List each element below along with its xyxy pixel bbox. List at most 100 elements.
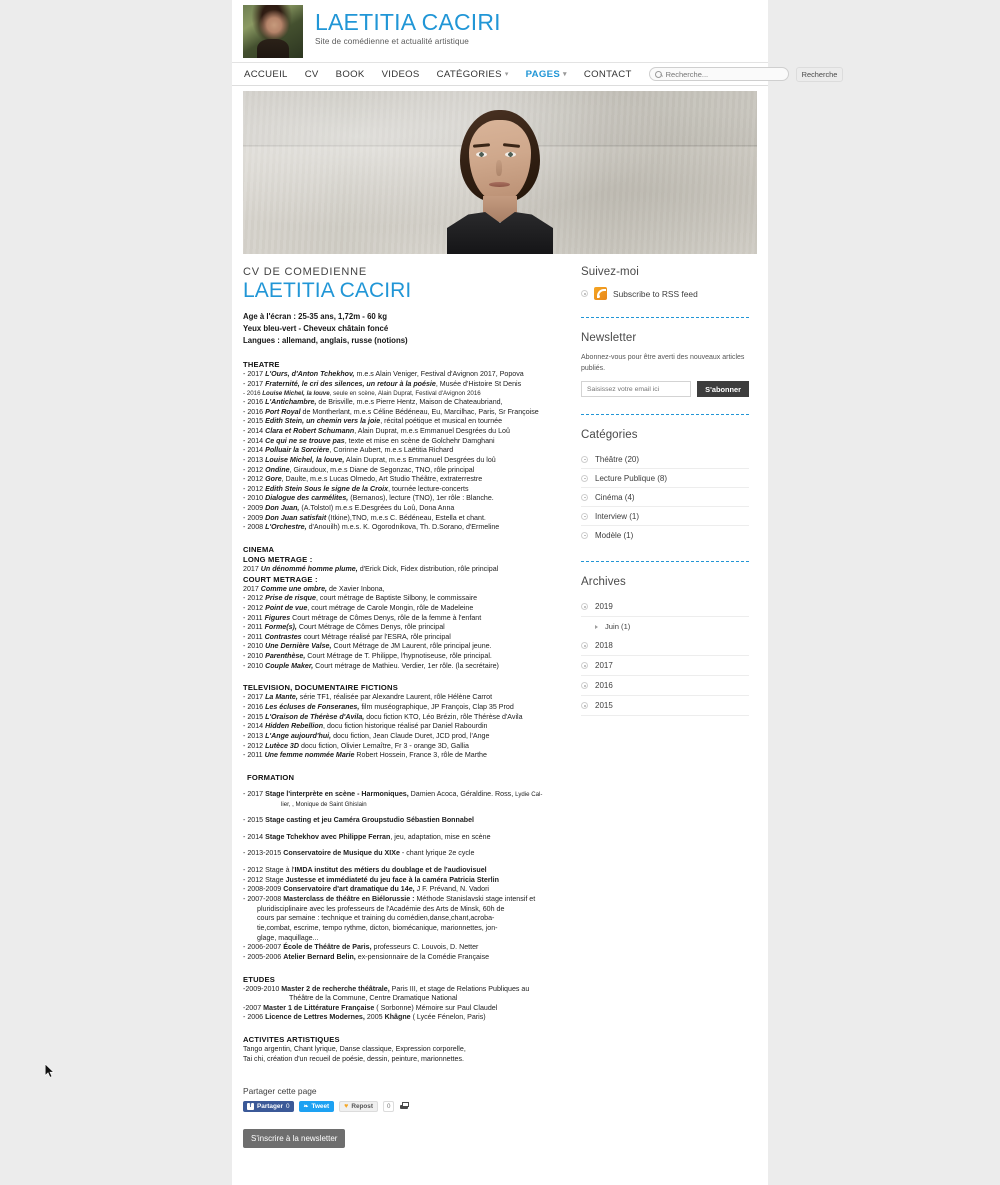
identity-block: Age à l'écran : 25-35 ans, 1,72m - 60 kg… — [243, 311, 561, 347]
cv-line: glage, maquillage... — [257, 933, 319, 942]
twitter-share-button[interactable]: ❧ Tweet — [298, 1101, 335, 1113]
cv-line: - 2012 Ondine, Giraudoux, m.e.s Diane de… — [243, 465, 475, 474]
cv-line: - 2009 Don Juan satisfait (Itkine),TNO, … — [243, 513, 486, 522]
bullet-icon — [581, 603, 588, 610]
search-box[interactable] — [648, 67, 789, 81]
sidebar-category-item[interactable]: Théâtre (20) — [581, 450, 749, 469]
cv-line: - 2011 Forme(s), Court Métrage de Cômes … — [243, 623, 445, 632]
cv-line: - 2012 Stage à l'IMDA institut des métie… — [243, 866, 487, 875]
archive-label: 2019 — [595, 602, 613, 611]
cv-line: - 2010 Couple Maker, Court métrage de Ma… — [243, 661, 499, 670]
brand-subtitle: Site de comédienne et actualité artistiq… — [315, 37, 469, 47]
cv-line: - 2012 Gore, Daulte, m.e.s Lucas Olmedo,… — [243, 475, 483, 484]
cv-line: - 2014 Clara et Robert Schumann, Alain D… — [243, 426, 510, 435]
archive-label: Juin (1) — [605, 622, 631, 631]
cv-line: - 2012 Edith Stein Sous le signe de la C… — [243, 484, 469, 493]
cv-line: - 2009 Don Juan, (A.Tolstoï) m.e.s E.Des… — [243, 504, 455, 513]
divider — [581, 414, 749, 415]
sidebar-archive-year[interactable]: 2017 — [581, 656, 749, 676]
section-title-activites: ACTIVITES ARTISTIQUES — [243, 1035, 340, 1045]
avatar[interactable] — [243, 5, 303, 58]
site-container: LAETITIA CACIRI Site de comédienne et ac… — [232, 0, 844, 1185]
nav-item-videos[interactable]: VIDEOS — [382, 69, 420, 80]
nav-item-pages[interactable]: PAGES — [526, 69, 567, 80]
newsletter-email-input[interactable] — [581, 381, 692, 397]
cv-line: - 2008-2009 Conservatoire d'art dramatiq… — [243, 885, 490, 894]
sidebar-archive-year[interactable]: 2015 — [581, 696, 749, 716]
categories-list: Théâtre (20) Lecture Publique (8) Cinéma (… — [581, 450, 749, 544]
cv-line: - 2016 Port Royal de Montherlant, m.e.s … — [243, 407, 539, 416]
cv-main-column: CV DE COMEDIENNE LAETITIA CACIRI Age à l… — [243, 266, 561, 1064]
sidebar-title-categories: Catégories — [581, 429, 638, 441]
facebook-share-button[interactable]: f Partager 0 — [243, 1101, 294, 1113]
cv-line: - 2017 Fraternité, le cri des silences, … — [243, 379, 522, 388]
bullet-icon — [581, 474, 588, 482]
facebook-label: Partager — [257, 1103, 283, 1111]
cv-line: lier, , Monique de Saint Ghislain — [281, 800, 367, 808]
page-root: LAETITIA CACIRI Site de comédienne et ac… — [0, 0, 1000, 1185]
cv-line: - 2014 Hidden Rebellion, docu fiction hi… — [243, 722, 488, 731]
cv-line: - 2012 Lutèce 3D docu fiction, Olivier L… — [243, 741, 469, 750]
cv-line: - 2013 L'Ange aujourd'hui, docu fiction,… — [243, 731, 490, 740]
nav-item-cv[interactable]: CV — [305, 69, 319, 80]
cv-kicker: CV DE COMEDIENNE — [243, 266, 368, 278]
newsletter-subscribe-button[interactable]: S'abonner — [697, 381, 749, 397]
content-area: CV DE COMEDIENNE LAETITIA CACIRI Age à l… — [232, 254, 768, 1064]
cv-line: - 2014 Polluair la Sorcière, Corinne Aub… — [243, 446, 454, 455]
facebook-count: 0 — [285, 1103, 290, 1111]
cv-line: - 2011 Contrastes court Métrage réalisé … — [243, 632, 451, 641]
cv-line: - 2012 Prise de risque, court métrage de… — [243, 594, 478, 603]
nav-item-categories[interactable]: CATÉGORIES — [437, 69, 509, 80]
repost-button[interactable]: ♥ Repost — [339, 1101, 378, 1113]
sidebar-category-item[interactable]: Interview (1) — [581, 507, 749, 526]
cv-line: Tai chi, création d'un recueil de poésie… — [243, 1054, 464, 1063]
sidebar-archive-year[interactable]: 2019 — [581, 597, 749, 617]
cv-line: - 2013 Louise Michel, la louve, Alain Du… — [243, 455, 496, 464]
printer-icon[interactable] — [399, 1102, 410, 1112]
bullet-icon — [581, 455, 588, 463]
nav-item-accueil[interactable]: ACCUEIL — [244, 69, 288, 80]
cinema-short-list: 2017 Comme une ombre, de Xavier Inbona, -… — [243, 585, 561, 672]
divider — [581, 561, 749, 562]
cv-line: - 2016 Louise Michel, la louve, seule en… — [243, 389, 481, 397]
search-button[interactable]: Recherche — [795, 66, 844, 82]
bullet-icon — [581, 702, 588, 709]
category-label: Théâtre (20) — [595, 454, 640, 464]
cv-line: 2017 Un dénommé homme plume, d'Erick Dic… — [243, 565, 499, 573]
sidebar-category-item[interactable]: Modèle (1) — [581, 526, 749, 544]
cv-line: - 2012 Stage Justesse et immédiateté du … — [243, 875, 499, 884]
sidebar-archive-month[interactable]: Juin (1) — [581, 617, 749, 636]
television-list: - 2017 La Mante, série TF1, réalisée par… — [243, 693, 561, 760]
newsletter-cta-button[interactable]: S'inscrire à la newsletter — [243, 1129, 346, 1149]
cv-line: - 2011 Figures Court métrage de Cômes De… — [243, 613, 482, 622]
nav-item-book[interactable]: BOOK — [336, 69, 365, 80]
activites-list: Tango argentin, Chant lyrique, Danse cla… — [243, 1045, 561, 1064]
cv-line: Tango argentin, Chant lyrique, Danse cla… — [243, 1045, 466, 1054]
search-input[interactable] — [665, 69, 781, 79]
chevron-right-icon — [595, 624, 598, 629]
cv-line: - 2011 Une femme nommée Marie Robert Hos… — [243, 751, 487, 760]
brand[interactable]: LAETITIA CACIRI Site de comédienne et ac… — [303, 5, 501, 46]
sidebar-category-item[interactable]: Lecture Publique (8) — [581, 469, 749, 488]
rss-feed-link[interactable]: Subscribe to RSS feed — [581, 287, 749, 300]
cv-line: - 2014 Ce qui ne se trouve pas, texte et… — [243, 436, 495, 445]
hero-eye-left — [476, 152, 487, 157]
cinema-long-list: 2017 Un dénommé homme plume, d'Erick Dic… — [243, 565, 561, 575]
sidebar-category-item[interactable]: Cinéma (4) — [581, 488, 749, 507]
cv-line: - 2013-2015 Conservatoire de Musique du … — [243, 849, 475, 858]
etudes-list: -2009-2010 Master 2 de recherche théâtra… — [243, 985, 561, 1024]
sidebar-archive-year[interactable]: 2016 — [581, 676, 749, 696]
label-long-metrage: LONG METRAGE : — [243, 555, 313, 564]
nav-item-contact[interactable]: CONTACT — [584, 69, 632, 80]
share-section: Partager cette page f Partager 0 ❧ Tweet… — [232, 1064, 768, 1113]
sidebar-archive-year[interactable]: 2018 — [581, 636, 749, 656]
hero-portrait — [441, 104, 559, 254]
cv-line: - 2007-2008 Masterclass de théâtre en Bi… — [243, 895, 536, 904]
cv-line: -2007 Master 1 de Littérature Française … — [243, 1003, 498, 1012]
heart-icon: ♥ — [344, 1103, 349, 1111]
cv-line: - 2017 Stage l'interprète en scène - Har… — [243, 789, 543, 798]
